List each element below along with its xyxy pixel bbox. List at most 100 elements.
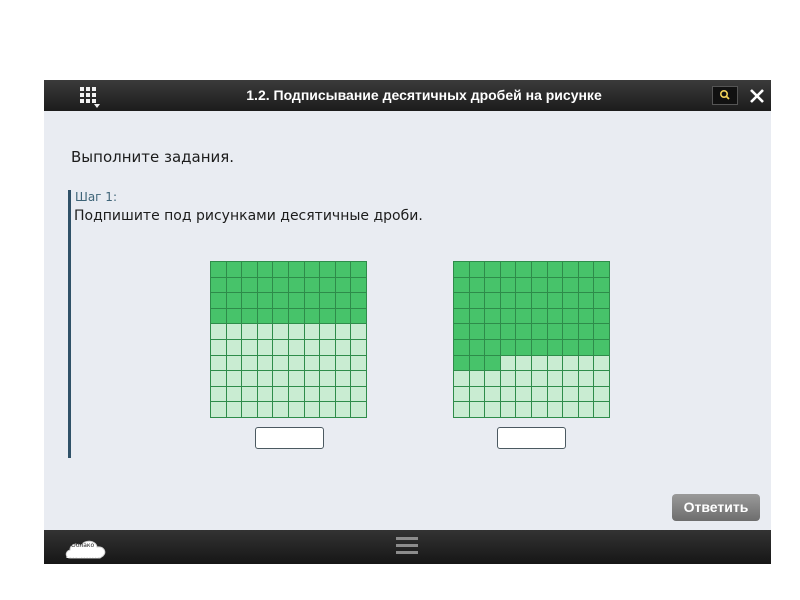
grid-cell-filled (516, 293, 531, 308)
grid-cell-filled (211, 262, 226, 277)
grid-cell-filled (454, 277, 469, 293)
grid-cell-empty (351, 355, 366, 371)
grid-cell-empty (242, 402, 257, 417)
grid-cell-empty (320, 324, 335, 339)
grid-cell-empty (289, 324, 304, 339)
grid-cell-filled (273, 277, 288, 293)
grid-cell-empty (304, 355, 320, 371)
grid-cell-empty (594, 402, 609, 417)
grid-cell-empty (469, 386, 485, 402)
answer-input-1[interactable] (255, 427, 324, 449)
grid-cell-empty (226, 386, 242, 402)
grid-cell-empty (351, 386, 366, 402)
grid-cell-filled (563, 262, 578, 277)
grid-cell-filled (594, 293, 609, 308)
grid-cell-empty (320, 386, 335, 402)
grid-cell-filled (500, 324, 516, 339)
grid-cell-filled (547, 308, 563, 324)
grid-cell-filled (257, 308, 273, 324)
grid-cell-empty (320, 340, 335, 355)
grid-cell-empty (242, 340, 257, 355)
grid-cell-filled (211, 308, 226, 324)
grid-cell-filled (304, 277, 320, 293)
grid-cell-empty (454, 386, 469, 402)
grid-cell-filled (485, 324, 500, 339)
grid-cell-empty (563, 355, 578, 371)
grid-cell-filled (226, 262, 242, 277)
grid-cell-filled (594, 277, 609, 293)
grid-cell-empty (257, 355, 273, 371)
grid-cell-empty (594, 386, 609, 402)
grid-menu-icon[interactable] (78, 85, 100, 108)
grid-cell-filled (578, 324, 594, 339)
grid-cell-empty (226, 340, 242, 355)
grid-cell-filled (289, 262, 304, 277)
grid-cell-filled (547, 340, 563, 355)
grid-cell-empty (578, 386, 594, 402)
grid-cell-empty (211, 402, 226, 417)
grid-cell-empty (532, 371, 547, 386)
grid-cell-empty (469, 402, 485, 417)
grid-cell-filled (257, 262, 273, 277)
grid-cell-filled (578, 262, 594, 277)
grid-cell-empty (547, 386, 563, 402)
grid-cell-filled (547, 277, 563, 293)
grid-cell-filled (500, 308, 516, 324)
grid-cell-filled (563, 340, 578, 355)
grid-cell-filled (454, 262, 469, 277)
grid-cell-empty (516, 371, 531, 386)
grid-cell-empty (289, 386, 304, 402)
close-button[interactable] (745, 83, 769, 108)
grid-cell-filled (485, 277, 500, 293)
grid-cell-empty (273, 386, 288, 402)
grid-cell-filled (320, 293, 335, 308)
grid-cell-filled (469, 277, 485, 293)
decimal-grid-figure-2 (453, 261, 610, 418)
grid-cell-empty (547, 371, 563, 386)
grid-cell-filled (500, 340, 516, 355)
grid-cell-empty (320, 371, 335, 386)
grid-cell-filled (273, 308, 288, 324)
grid-cell-empty (594, 355, 609, 371)
decimal-grid-figure-1 (210, 261, 367, 418)
grid-cell-filled (485, 355, 500, 371)
grid-cell-empty (578, 355, 594, 371)
grid-cell-filled (563, 308, 578, 324)
search-button[interactable] (712, 86, 738, 105)
grid-cell-empty (500, 355, 516, 371)
grid-cell-empty (500, 386, 516, 402)
grid-cell-empty (211, 324, 226, 339)
grid-cell-filled (532, 262, 547, 277)
grid-cell-filled (469, 293, 485, 308)
grid-cell-empty (320, 402, 335, 417)
grid-cell-empty (226, 371, 242, 386)
grid-cell-empty (578, 402, 594, 417)
grid-cell-filled (469, 308, 485, 324)
grid-cell-empty (485, 386, 500, 402)
grid-cell-filled (289, 277, 304, 293)
grid-cell-empty (532, 386, 547, 402)
grid-cell-filled (594, 340, 609, 355)
grid-cell-empty (226, 324, 242, 339)
grid-cell-filled (594, 262, 609, 277)
grid-cell-filled (454, 293, 469, 308)
grid-cell-filled (594, 324, 609, 339)
answer-input-2[interactable] (497, 427, 566, 449)
grid-cell-empty (211, 386, 226, 402)
answer-button[interactable]: Ответить (672, 494, 760, 521)
grid-cell-empty (273, 340, 288, 355)
grid-cell-empty (335, 371, 351, 386)
grid-cell-filled (532, 293, 547, 308)
grid-cell-empty (547, 355, 563, 371)
grid-cell-filled (532, 340, 547, 355)
grid-cell-filled (547, 262, 563, 277)
grid-cell-empty (211, 340, 226, 355)
grid-cell-filled (351, 277, 366, 293)
step-indicator-bar (68, 190, 71, 458)
grid-cell-empty (289, 402, 304, 417)
grid-cell-empty (211, 371, 226, 386)
grid-cell-filled (304, 308, 320, 324)
drag-handle-icon[interactable] (396, 537, 418, 557)
grid-cell-empty (257, 324, 273, 339)
grid-cell-empty (335, 340, 351, 355)
